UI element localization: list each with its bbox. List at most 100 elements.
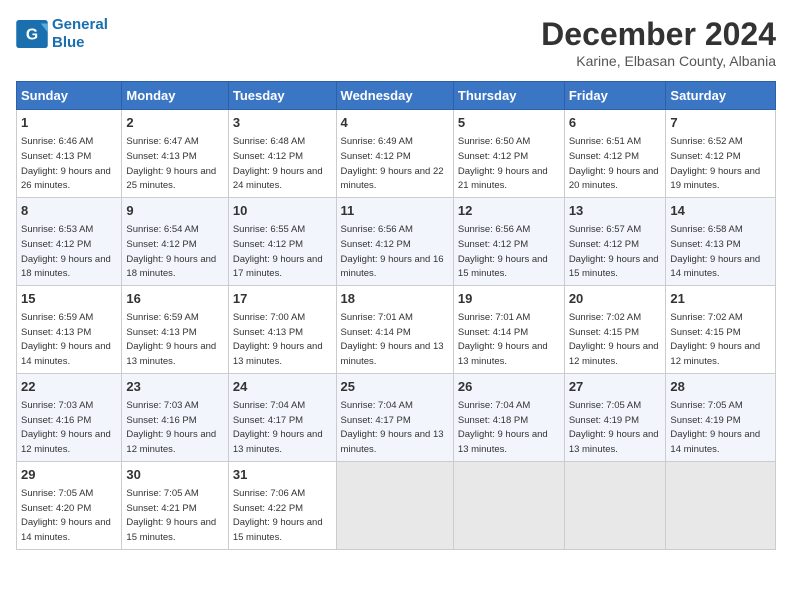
day-number: 16 bbox=[126, 290, 223, 308]
day-info: Sunrise: 6:53 AMSunset: 4:12 PMDaylight:… bbox=[21, 224, 111, 279]
day-info: Sunrise: 7:04 AMSunset: 4:17 PMDaylight:… bbox=[233, 400, 323, 455]
day-info: Sunrise: 6:54 AMSunset: 4:12 PMDaylight:… bbox=[126, 224, 216, 279]
calendar-cell: 29 Sunrise: 7:05 AMSunset: 4:20 PMDaylig… bbox=[17, 461, 122, 549]
calendar-cell bbox=[336, 461, 453, 549]
day-number: 31 bbox=[233, 466, 332, 484]
day-info: Sunrise: 6:48 AMSunset: 4:12 PMDaylight:… bbox=[233, 136, 323, 191]
calendar-cell: 15 Sunrise: 6:59 AMSunset: 4:13 PMDaylig… bbox=[17, 285, 122, 373]
day-info: Sunrise: 7:03 AMSunset: 4:16 PMDaylight:… bbox=[21, 400, 111, 455]
day-number: 28 bbox=[670, 378, 771, 396]
calendar-cell: 31 Sunrise: 7:06 AMSunset: 4:22 PMDaylig… bbox=[228, 461, 336, 549]
calendar-cell: 28 Sunrise: 7:05 AMSunset: 4:19 PMDaylig… bbox=[666, 373, 776, 461]
week-row-5: 29 Sunrise: 7:05 AMSunset: 4:20 PMDaylig… bbox=[17, 461, 776, 549]
week-row-4: 22 Sunrise: 7:03 AMSunset: 4:16 PMDaylig… bbox=[17, 373, 776, 461]
day-number: 19 bbox=[458, 290, 560, 308]
day-number: 9 bbox=[126, 202, 223, 220]
day-number: 17 bbox=[233, 290, 332, 308]
calendar-cell: 13 Sunrise: 6:57 AMSunset: 4:12 PMDaylig… bbox=[564, 197, 666, 285]
day-info: Sunrise: 6:59 AMSunset: 4:13 PMDaylight:… bbox=[21, 312, 111, 367]
calendar-cell bbox=[564, 461, 666, 549]
day-info: Sunrise: 6:46 AMSunset: 4:13 PMDaylight:… bbox=[21, 136, 111, 191]
page-header: G General Blue December 2024 Karine, Elb… bbox=[16, 16, 776, 69]
day-info: Sunrise: 7:02 AMSunset: 4:15 PMDaylight:… bbox=[670, 312, 760, 367]
calendar-cell: 30 Sunrise: 7:05 AMSunset: 4:21 PMDaylig… bbox=[122, 461, 228, 549]
day-info: Sunrise: 7:00 AMSunset: 4:13 PMDaylight:… bbox=[233, 312, 323, 367]
day-number: 18 bbox=[341, 290, 449, 308]
calendar-cell bbox=[453, 461, 564, 549]
calendar-cell: 17 Sunrise: 7:00 AMSunset: 4:13 PMDaylig… bbox=[228, 285, 336, 373]
col-header-saturday: Saturday bbox=[666, 82, 776, 110]
day-info: Sunrise: 6:49 AMSunset: 4:12 PMDaylight:… bbox=[341, 136, 444, 191]
calendar-cell: 21 Sunrise: 7:02 AMSunset: 4:15 PMDaylig… bbox=[666, 285, 776, 373]
col-header-sunday: Sunday bbox=[17, 82, 122, 110]
col-header-wednesday: Wednesday bbox=[336, 82, 453, 110]
day-number: 3 bbox=[233, 114, 332, 132]
day-number: 1 bbox=[21, 114, 117, 132]
day-number: 21 bbox=[670, 290, 771, 308]
calendar-cell: 20 Sunrise: 7:02 AMSunset: 4:15 PMDaylig… bbox=[564, 285, 666, 373]
calendar-cell: 25 Sunrise: 7:04 AMSunset: 4:17 PMDaylig… bbox=[336, 373, 453, 461]
day-info: Sunrise: 6:51 AMSunset: 4:12 PMDaylight:… bbox=[569, 136, 659, 191]
day-info: Sunrise: 6:57 AMSunset: 4:12 PMDaylight:… bbox=[569, 224, 659, 279]
col-header-tuesday: Tuesday bbox=[228, 82, 336, 110]
calendar-cell: 8 Sunrise: 6:53 AMSunset: 4:12 PMDayligh… bbox=[17, 197, 122, 285]
svg-text:G: G bbox=[26, 26, 38, 43]
calendar-cell: 26 Sunrise: 7:04 AMSunset: 4:18 PMDaylig… bbox=[453, 373, 564, 461]
calendar-table: SundayMondayTuesdayWednesdayThursdayFrid… bbox=[16, 81, 776, 550]
calendar-cell: 6 Sunrise: 6:51 AMSunset: 4:12 PMDayligh… bbox=[564, 110, 666, 198]
logo-line2: Blue bbox=[52, 34, 85, 51]
calendar-cell: 3 Sunrise: 6:48 AMSunset: 4:12 PMDayligh… bbox=[228, 110, 336, 198]
col-header-thursday: Thursday bbox=[453, 82, 564, 110]
week-row-1: 1 Sunrise: 6:46 AMSunset: 4:13 PMDayligh… bbox=[17, 110, 776, 198]
day-info: Sunrise: 6:56 AMSunset: 4:12 PMDaylight:… bbox=[341, 224, 444, 279]
calendar-cell: 14 Sunrise: 6:58 AMSunset: 4:13 PMDaylig… bbox=[666, 197, 776, 285]
col-header-monday: Monday bbox=[122, 82, 228, 110]
day-info: Sunrise: 6:59 AMSunset: 4:13 PMDaylight:… bbox=[126, 312, 216, 367]
title-block: December 2024 Karine, Elbasan County, Al… bbox=[541, 16, 776, 69]
day-number: 25 bbox=[341, 378, 449, 396]
week-row-3: 15 Sunrise: 6:59 AMSunset: 4:13 PMDaylig… bbox=[17, 285, 776, 373]
day-number: 5 bbox=[458, 114, 560, 132]
day-number: 22 bbox=[21, 378, 117, 396]
header-row: SundayMondayTuesdayWednesdayThursdayFrid… bbox=[17, 82, 776, 110]
day-number: 30 bbox=[126, 466, 223, 484]
day-number: 12 bbox=[458, 202, 560, 220]
day-number: 15 bbox=[21, 290, 117, 308]
day-info: Sunrise: 7:03 AMSunset: 4:16 PMDaylight:… bbox=[126, 400, 216, 455]
day-info: Sunrise: 7:06 AMSunset: 4:22 PMDaylight:… bbox=[233, 488, 323, 543]
day-info: Sunrise: 6:50 AMSunset: 4:12 PMDaylight:… bbox=[458, 136, 548, 191]
day-number: 13 bbox=[569, 202, 662, 220]
day-info: Sunrise: 7:05 AMSunset: 4:19 PMDaylight:… bbox=[569, 400, 659, 455]
calendar-cell: 18 Sunrise: 7:01 AMSunset: 4:14 PMDaylig… bbox=[336, 285, 453, 373]
week-row-2: 8 Sunrise: 6:53 AMSunset: 4:12 PMDayligh… bbox=[17, 197, 776, 285]
day-number: 26 bbox=[458, 378, 560, 396]
calendar-cell: 7 Sunrise: 6:52 AMSunset: 4:12 PMDayligh… bbox=[666, 110, 776, 198]
day-info: Sunrise: 7:02 AMSunset: 4:15 PMDaylight:… bbox=[569, 312, 659, 367]
logo-line1: General bbox=[52, 16, 108, 33]
calendar-cell: 4 Sunrise: 6:49 AMSunset: 4:12 PMDayligh… bbox=[336, 110, 453, 198]
calendar-cell: 11 Sunrise: 6:56 AMSunset: 4:12 PMDaylig… bbox=[336, 197, 453, 285]
day-number: 29 bbox=[21, 466, 117, 484]
calendar-cell: 27 Sunrise: 7:05 AMSunset: 4:19 PMDaylig… bbox=[564, 373, 666, 461]
location-subtitle: Karine, Elbasan County, Albania bbox=[541, 53, 776, 69]
day-info: Sunrise: 7:01 AMSunset: 4:14 PMDaylight:… bbox=[341, 312, 444, 367]
calendar-cell: 22 Sunrise: 7:03 AMSunset: 4:16 PMDaylig… bbox=[17, 373, 122, 461]
calendar-cell: 1 Sunrise: 6:46 AMSunset: 4:13 PMDayligh… bbox=[17, 110, 122, 198]
month-title: December 2024 bbox=[541, 16, 776, 53]
day-info: Sunrise: 7:05 AMSunset: 4:21 PMDaylight:… bbox=[126, 488, 216, 543]
day-number: 11 bbox=[341, 202, 449, 220]
day-info: Sunrise: 6:58 AMSunset: 4:13 PMDaylight:… bbox=[670, 224, 760, 279]
day-info: Sunrise: 7:05 AMSunset: 4:19 PMDaylight:… bbox=[670, 400, 760, 455]
day-info: Sunrise: 7:04 AMSunset: 4:18 PMDaylight:… bbox=[458, 400, 548, 455]
col-header-friday: Friday bbox=[564, 82, 666, 110]
logo-icon: G bbox=[16, 20, 48, 48]
day-number: 24 bbox=[233, 378, 332, 396]
day-number: 2 bbox=[126, 114, 223, 132]
day-number: 6 bbox=[569, 114, 662, 132]
day-info: Sunrise: 6:56 AMSunset: 4:12 PMDaylight:… bbox=[458, 224, 548, 279]
day-number: 14 bbox=[670, 202, 771, 220]
logo: G General Blue bbox=[16, 16, 108, 52]
day-number: 10 bbox=[233, 202, 332, 220]
day-info: Sunrise: 7:05 AMSunset: 4:20 PMDaylight:… bbox=[21, 488, 111, 543]
calendar-cell: 10 Sunrise: 6:55 AMSunset: 4:12 PMDaylig… bbox=[228, 197, 336, 285]
